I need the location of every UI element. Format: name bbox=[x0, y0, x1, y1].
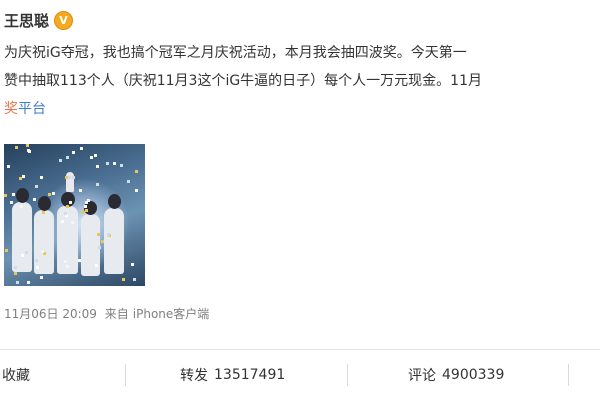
post-text-line: 赞中抽取113个人（庆祝11月3这个iG牛逼的日子）每个人一万元现金。11月 bbox=[4, 73, 482, 89]
confetti-speck bbox=[66, 265, 69, 268]
confetti-speck bbox=[98, 246, 101, 249]
confetti-speck bbox=[133, 278, 136, 281]
person-head bbox=[16, 188, 29, 203]
confetti-speck bbox=[69, 201, 72, 204]
post-image[interactable] bbox=[4, 144, 145, 286]
confetti-speck bbox=[36, 266, 39, 269]
confetti-speck bbox=[87, 199, 90, 202]
confetti-speck bbox=[40, 276, 43, 279]
confetti-speck bbox=[52, 192, 55, 195]
collect-label: 收藏 bbox=[2, 368, 30, 384]
collect-button[interactable]: 收藏 bbox=[2, 350, 30, 400]
confetti-speck bbox=[64, 260, 67, 263]
comment-label: 评论 bbox=[408, 368, 436, 384]
confetti-speck bbox=[131, 263, 134, 266]
confetti-speck bbox=[96, 165, 99, 168]
post-text: 为庆祝iG夺冠，我也搞个冠军之月庆祝活动，本月我会抽四波奖。今天第一 赞中抽取1… bbox=[4, 40, 600, 124]
confetti-speck bbox=[41, 250, 44, 253]
action-divider bbox=[568, 364, 569, 386]
confetti-speck bbox=[40, 176, 43, 179]
confetti-speck bbox=[16, 281, 19, 284]
confetti-speck bbox=[33, 198, 36, 201]
confetti-speck bbox=[27, 281, 30, 284]
confetti-speck bbox=[90, 156, 93, 159]
confetti-speck bbox=[96, 183, 99, 186]
confetti-speck bbox=[101, 240, 104, 243]
post-text-line: 为庆祝iG夺冠，我也搞个冠军之月庆祝活动，本月我会抽四波奖。今天第一 bbox=[4, 45, 467, 61]
confetti-speck bbox=[14, 272, 17, 275]
repost-label: 转发 bbox=[180, 368, 208, 384]
confetti-speck bbox=[25, 251, 28, 254]
confetti-speck bbox=[79, 189, 82, 192]
author-header: 王思聪 V bbox=[4, 8, 74, 32]
confetti-speck bbox=[66, 205, 69, 208]
confetti-speck bbox=[14, 266, 17, 269]
confetti-speck bbox=[48, 193, 51, 196]
confetti-speck bbox=[26, 144, 29, 147]
post-meta: 11月06日 20:09 来自 iPhone客户端 bbox=[4, 305, 213, 322]
confetti-speck bbox=[20, 205, 23, 208]
confetti-speck bbox=[22, 175, 25, 178]
confetti-speck bbox=[35, 185, 38, 188]
confetti-speck bbox=[72, 151, 75, 154]
confetti-speck bbox=[59, 159, 62, 162]
confetti-speck bbox=[97, 233, 100, 236]
confetti-speck bbox=[120, 164, 123, 167]
confetti-speck bbox=[71, 221, 74, 224]
confetti-speck bbox=[61, 220, 64, 223]
confetti-speck bbox=[107, 233, 110, 236]
confetti-speck bbox=[4, 194, 7, 197]
repost-count: 13517491 bbox=[214, 367, 286, 383]
confetti-speck bbox=[84, 205, 87, 208]
trophy-figure bbox=[66, 172, 74, 192]
confetti-speck bbox=[94, 154, 97, 157]
comment-button[interactable]: 评论 4900339 bbox=[408, 350, 504, 400]
confetti-speck bbox=[106, 162, 109, 165]
confetti-speck bbox=[42, 211, 45, 214]
confetti-speck bbox=[135, 170, 138, 173]
confetti-speck bbox=[95, 264, 98, 267]
action-bar: 收藏 转发 13517491 评论 4900339 bbox=[0, 350, 600, 400]
weibo-post: 王思聪 V 为庆祝iG夺冠，我也搞个冠军之月庆祝活动，本月我会抽四波奖。今天第一… bbox=[0, 0, 600, 400]
person-head bbox=[108, 194, 121, 209]
confetti-speck bbox=[81, 211, 84, 214]
post-text-fragment: 奖 bbox=[4, 101, 18, 117]
confetti-speck bbox=[127, 180, 130, 183]
confetti-speck bbox=[72, 176, 75, 179]
comment-count: 4900339 bbox=[442, 367, 505, 383]
post-source[interactable]: iPhone客户端 bbox=[133, 307, 210, 321]
person-figure bbox=[104, 208, 124, 274]
confetti-speck bbox=[5, 249, 8, 252]
confetti-speck bbox=[113, 162, 116, 165]
confetti-speck bbox=[27, 149, 30, 152]
platform-link[interactable]: 平台 bbox=[18, 101, 46, 117]
confetti-speck bbox=[10, 201, 13, 204]
action-divider bbox=[347, 364, 348, 386]
confetti-speck bbox=[135, 189, 138, 192]
source-prefix: 来自 bbox=[104, 307, 129, 321]
verified-badge-icon: V bbox=[54, 10, 74, 30]
confetti-speck bbox=[66, 156, 69, 159]
confetti-speck bbox=[122, 278, 125, 281]
confetti-speck bbox=[21, 254, 24, 257]
person-head bbox=[38, 196, 51, 211]
person-figure bbox=[12, 202, 32, 272]
post-text-line: 奖平台 bbox=[4, 96, 600, 124]
confetti-speck bbox=[64, 212, 67, 215]
confetti-speck bbox=[35, 259, 38, 262]
person-figure bbox=[34, 210, 54, 274]
confetti-speck bbox=[85, 209, 88, 212]
confetti-speck bbox=[7, 165, 10, 168]
action-divider bbox=[125, 364, 126, 386]
confetti-speck bbox=[15, 146, 18, 149]
post-timestamp[interactable]: 11月06日 20:09 bbox=[4, 307, 97, 321]
confetti-speck bbox=[12, 193, 15, 196]
confetti-speck bbox=[78, 259, 81, 262]
confetti-speck bbox=[80, 147, 83, 150]
confetti-speck bbox=[68, 176, 71, 179]
repost-button[interactable]: 转发 13517491 bbox=[180, 350, 285, 400]
author-name[interactable]: 王思聪 bbox=[4, 10, 49, 31]
